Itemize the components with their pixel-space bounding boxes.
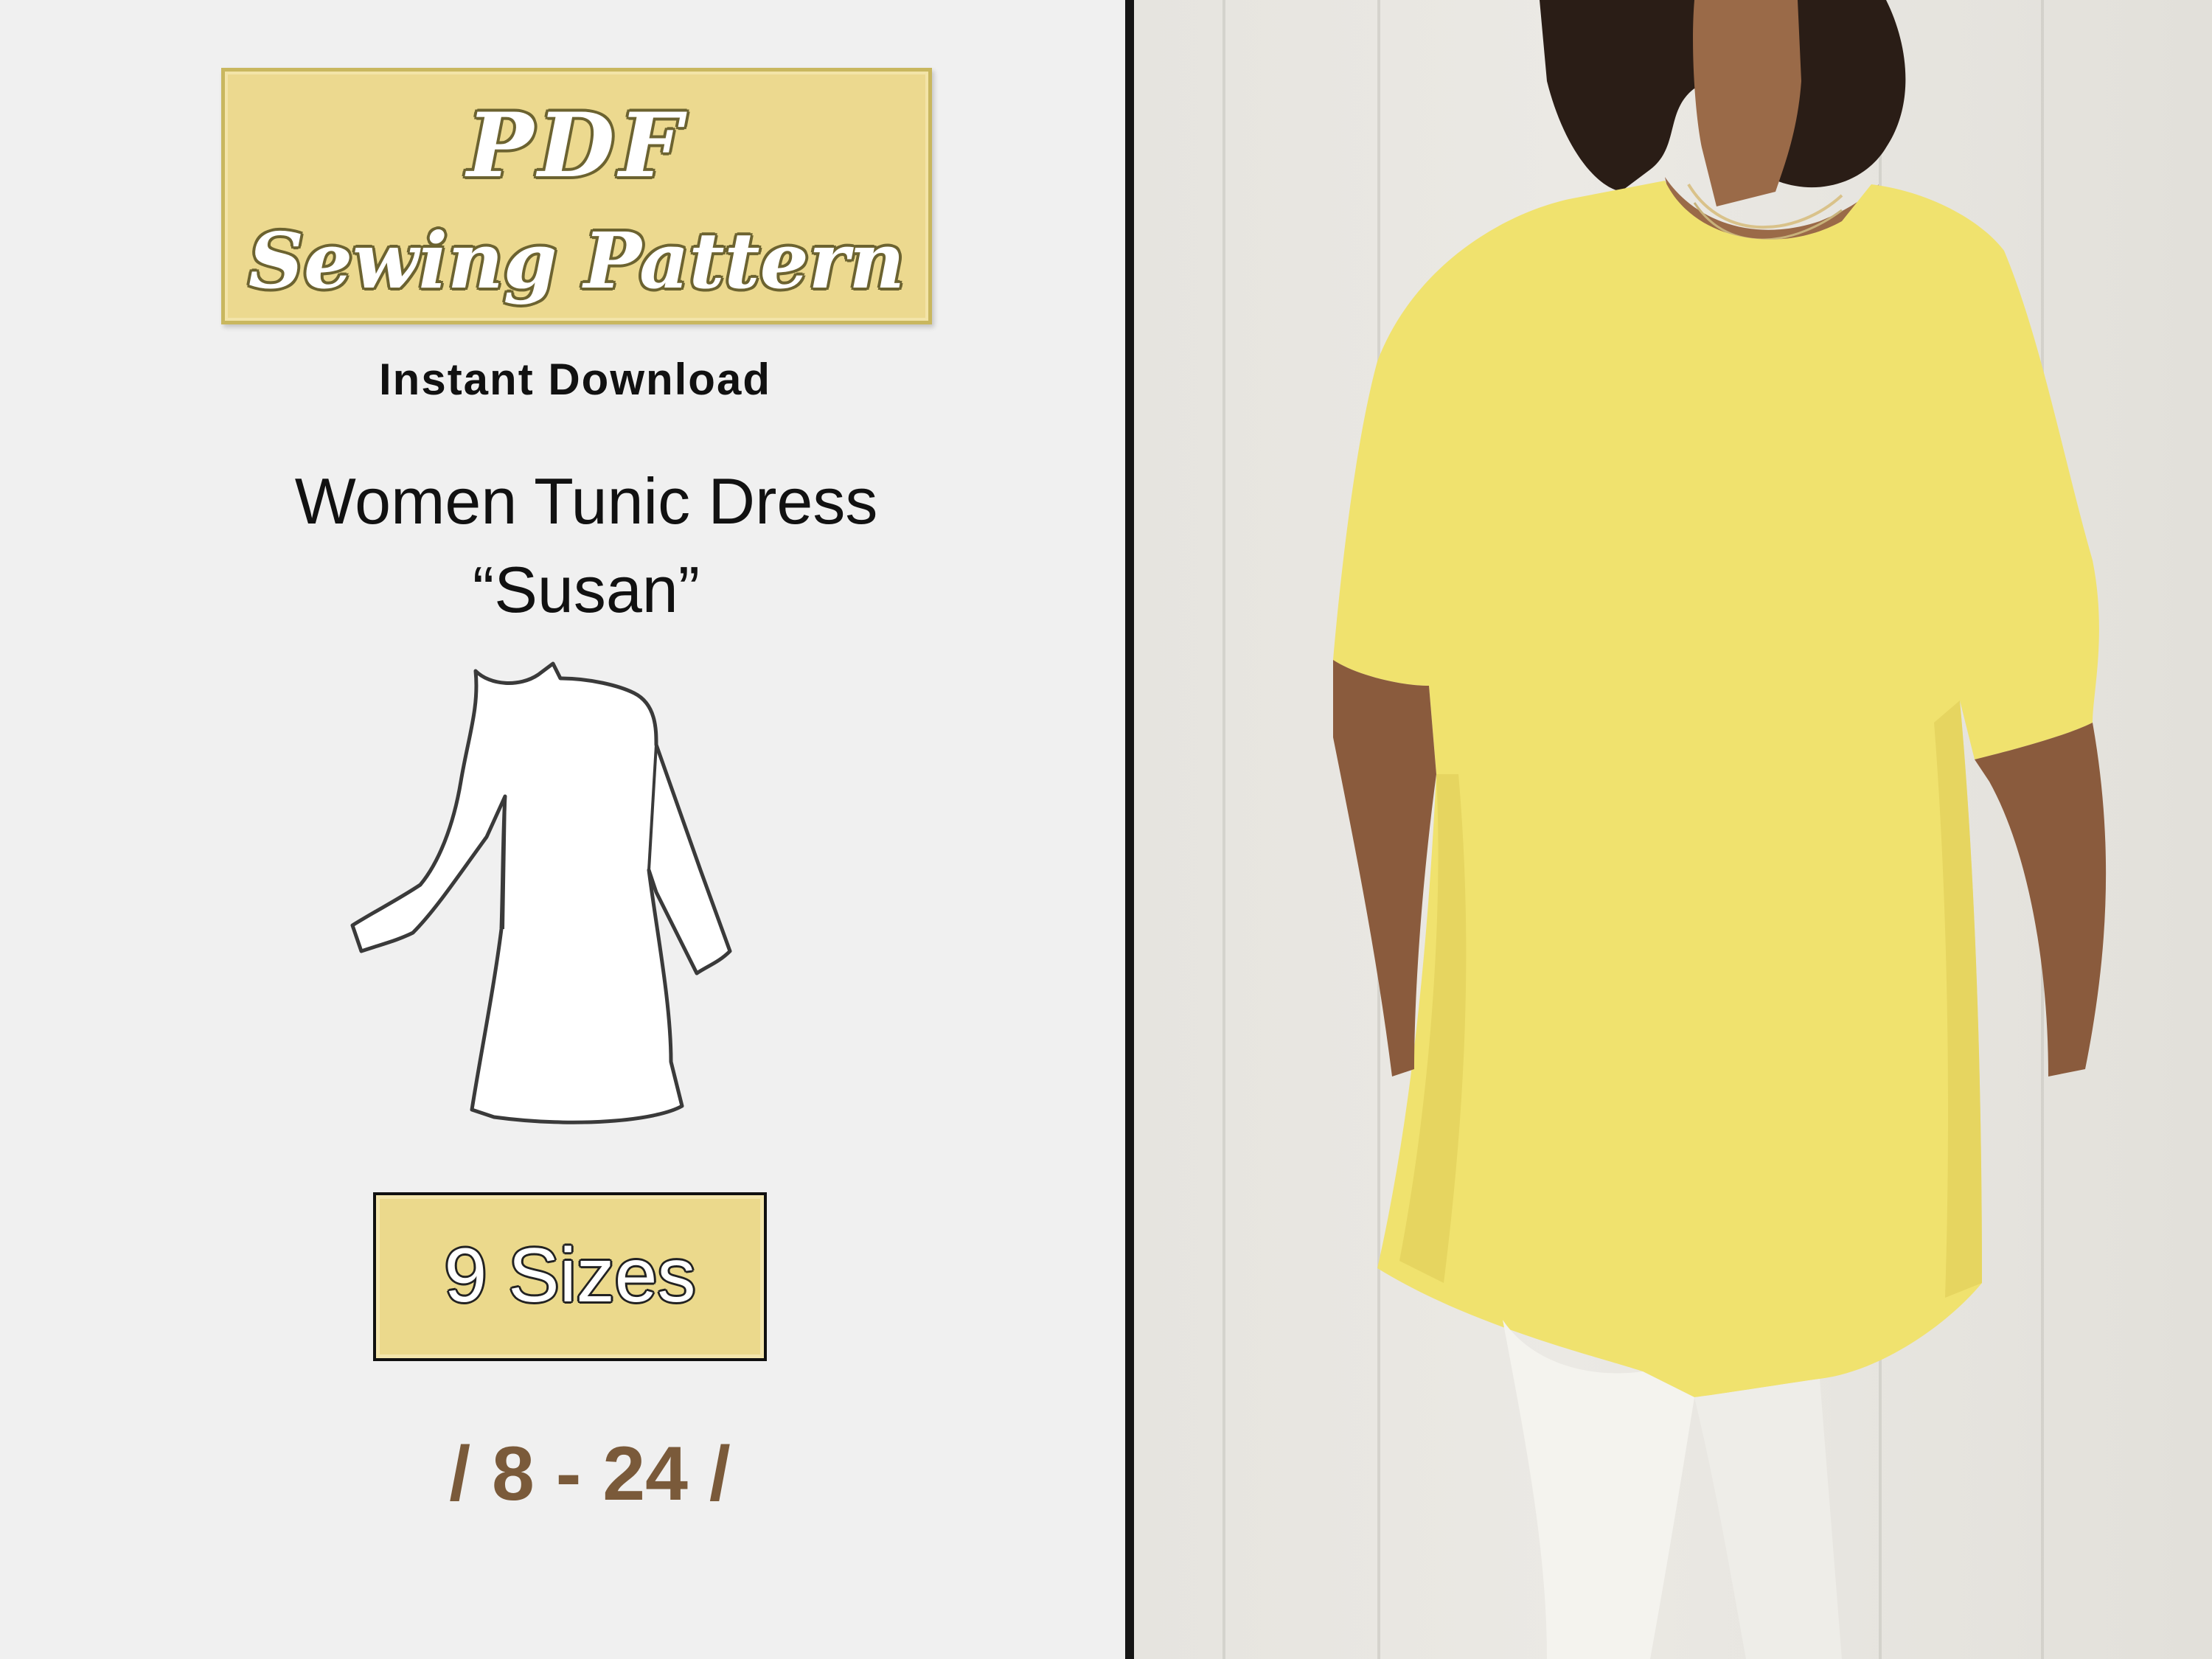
sizes-count-label: 9 Sizes xyxy=(444,1233,696,1318)
product-title: Women Tunic Dress xyxy=(294,465,878,538)
right-leg xyxy=(1694,1379,1842,1659)
instant-download-text: Instant Download xyxy=(379,355,771,404)
sewing-pattern-label: Sewing Pattern xyxy=(248,215,905,306)
model-photo-illustration xyxy=(1333,0,2107,1659)
right-arm xyxy=(1975,723,2107,1077)
product-name: “Susan” xyxy=(472,553,700,626)
sketch-outline xyxy=(350,661,732,1124)
tunic-dress-sketch-icon xyxy=(350,661,732,1124)
pdf-label: PDF xyxy=(467,94,686,198)
divider xyxy=(1125,0,1134,1659)
size-range-label: / 8 - 24 / xyxy=(449,1431,731,1517)
pdf-banner: PDF Sewing Pattern xyxy=(221,68,932,324)
left-panel: PDF Sewing Pattern Instant Download Wome… xyxy=(0,0,1125,1659)
model-photo xyxy=(1134,0,2212,1659)
sizes-box: 9 Sizes xyxy=(373,1192,767,1361)
